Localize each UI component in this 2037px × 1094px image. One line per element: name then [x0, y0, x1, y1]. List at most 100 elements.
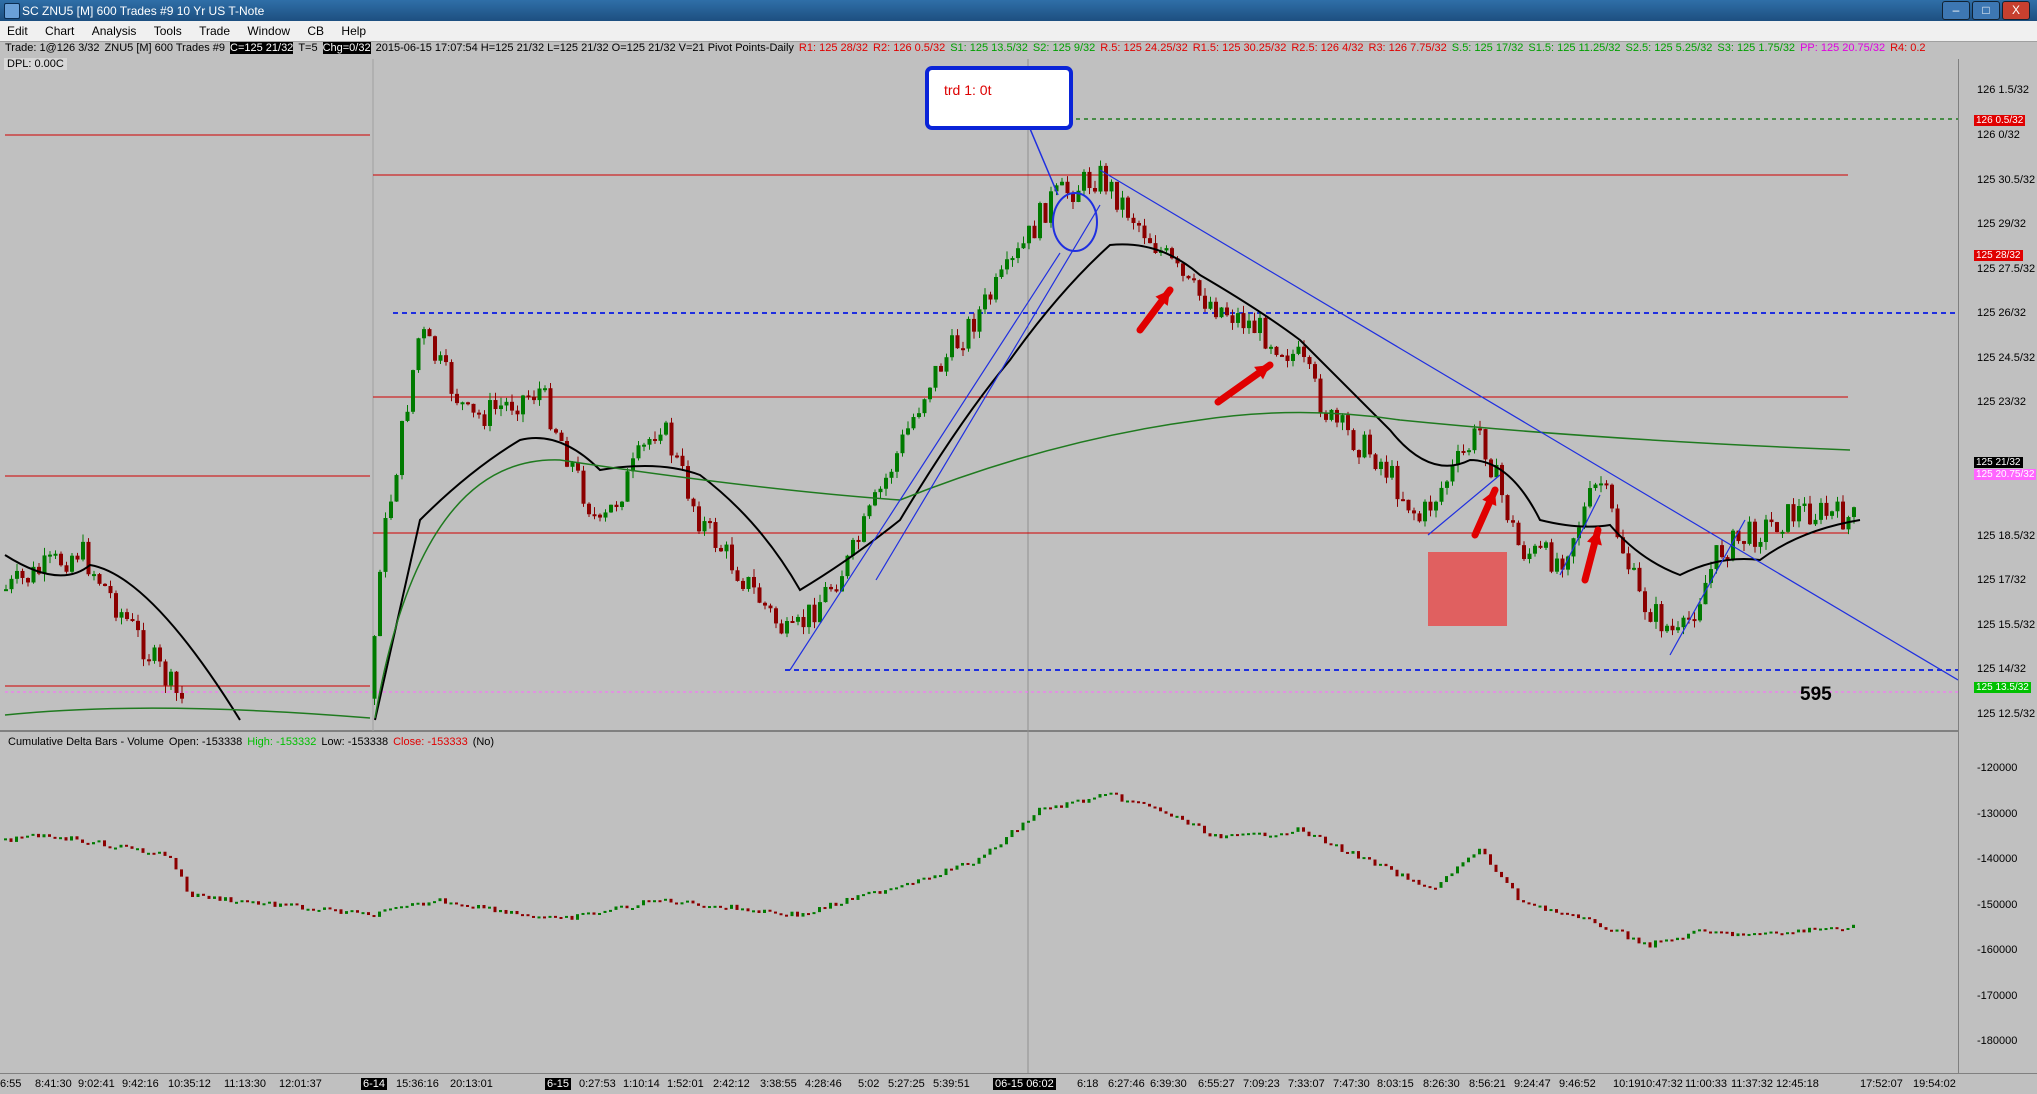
cd-bar [1126, 800, 1129, 803]
annotation-arrow [1027, 123, 1059, 196]
cd-bar [53, 836, 57, 839]
candle-body [697, 506, 701, 532]
candle-body [988, 294, 993, 300]
cd-high: High: -153332 [247, 736, 317, 748]
cd-bar [587, 912, 590, 915]
chart-canvas[interactable] [0, 0, 1958, 1073]
cd-bar [972, 863, 975, 866]
cd-bar [1819, 928, 1822, 931]
cd-bar [345, 911, 348, 914]
time-tick: 11:00:33 [1685, 1078, 1728, 1090]
cd-bar [526, 914, 530, 917]
candle-body [1742, 541, 1746, 544]
price-tag-r1: 125 28/32 [1974, 250, 2023, 261]
cd-bar [466, 904, 469, 907]
cd-bar [356, 910, 359, 913]
cd-bar [295, 903, 299, 906]
cd-bar [977, 857, 981, 864]
time-tick: 7:09:23 [1243, 1078, 1280, 1090]
price-tick: 126 1.5/32 [1977, 84, 2029, 96]
candle-body [114, 593, 118, 618]
cd-bar [625, 905, 629, 909]
candle-body [416, 338, 421, 371]
candle-body [378, 571, 382, 637]
trend-line [1669, 519, 1746, 656]
trade-annotation-text: trd 1: 0t [944, 82, 992, 98]
cd-bar [961, 862, 964, 866]
cd-bar [1335, 844, 1338, 847]
trend-line [789, 252, 1061, 671]
cd-bar [1368, 857, 1371, 860]
cd-bar [1643, 942, 1646, 945]
candle-body [1665, 625, 1669, 632]
cd-bar [383, 909, 387, 912]
cd-bar [1472, 854, 1476, 858]
candle-body [642, 444, 646, 447]
close-button[interactable]: X [2002, 1, 2030, 20]
cd-bar [1670, 939, 1674, 942]
cd-bar [279, 903, 282, 907]
candle-body [1791, 504, 1796, 522]
candle-body [158, 647, 162, 662]
time-tick: 7:47:30 [1333, 1078, 1370, 1090]
candle-body [658, 434, 663, 441]
candle-body [1379, 461, 1383, 470]
cd-bar [75, 836, 79, 840]
cd-bar [1604, 927, 1608, 930]
cd-bar [647, 900, 651, 903]
candle-body [779, 623, 784, 634]
cd-bar [999, 844, 1003, 848]
candle-body [807, 604, 811, 628]
cd-bar [658, 900, 662, 903]
cd-bar [1720, 931, 1723, 934]
candle-body [1808, 503, 1812, 525]
candle-body [735, 570, 740, 581]
candle-body [1461, 450, 1466, 453]
cd-bar [741, 908, 744, 911]
candle-body [1192, 278, 1196, 281]
cd-bar [1780, 933, 1784, 936]
time-tick: 9:46:52 [1559, 1078, 1596, 1090]
candle-body [1417, 513, 1422, 522]
candle-body [537, 388, 542, 401]
cd-bar [840, 903, 843, 906]
price-axis[interactable]: 126 1.5/32 126 0/32 125 30.5/32 125 29/3… [1958, 59, 2037, 1073]
cd-bar [147, 852, 150, 855]
cd-bar [1247, 833, 1250, 836]
candle-body [862, 516, 866, 542]
candle-body [603, 512, 608, 518]
trade-annotation-box: trd 1: 0t [925, 66, 1073, 130]
cd-bar [185, 876, 189, 892]
cd-bar [460, 904, 464, 907]
time-tick: 10:19 [1613, 1078, 1641, 1090]
candle-body [702, 521, 707, 532]
cd-bar [1714, 931, 1718, 934]
cd-bar [1412, 879, 1415, 882]
candle-body [763, 602, 767, 606]
price-tag-s1: 125 13.5/32 [1974, 682, 2031, 693]
candle-body [1681, 617, 1686, 628]
cd-bar [598, 912, 601, 915]
cd-bar [284, 903, 288, 906]
cd-bar [1318, 834, 1322, 837]
candle-body [768, 605, 773, 609]
bar-countdown: 595 [1800, 684, 1832, 705]
cd-bar [1241, 833, 1245, 836]
price-tag-pp: 125 20.75/32 [1974, 469, 2037, 480]
candle-body [884, 477, 888, 489]
candle-body [653, 439, 657, 442]
candle-body [174, 671, 179, 693]
candle-body [1522, 545, 1526, 560]
trend-line [875, 204, 1101, 581]
candle-body [900, 434, 905, 454]
cd-bar [31, 833, 35, 836]
cd-bar [1296, 827, 1300, 832]
cd-bar [114, 847, 117, 850]
candle-body [796, 616, 800, 622]
candle-body [455, 393, 459, 404]
maximize-button[interactable]: □ [1972, 1, 2000, 20]
time-axis[interactable]: 6:55 8:41:30 9:02:41 9:42:16 10:35:12 11… [0, 1073, 2037, 1094]
cd-bar [152, 852, 156, 855]
cd-bar [422, 902, 425, 906]
candle-body [97, 574, 102, 584]
